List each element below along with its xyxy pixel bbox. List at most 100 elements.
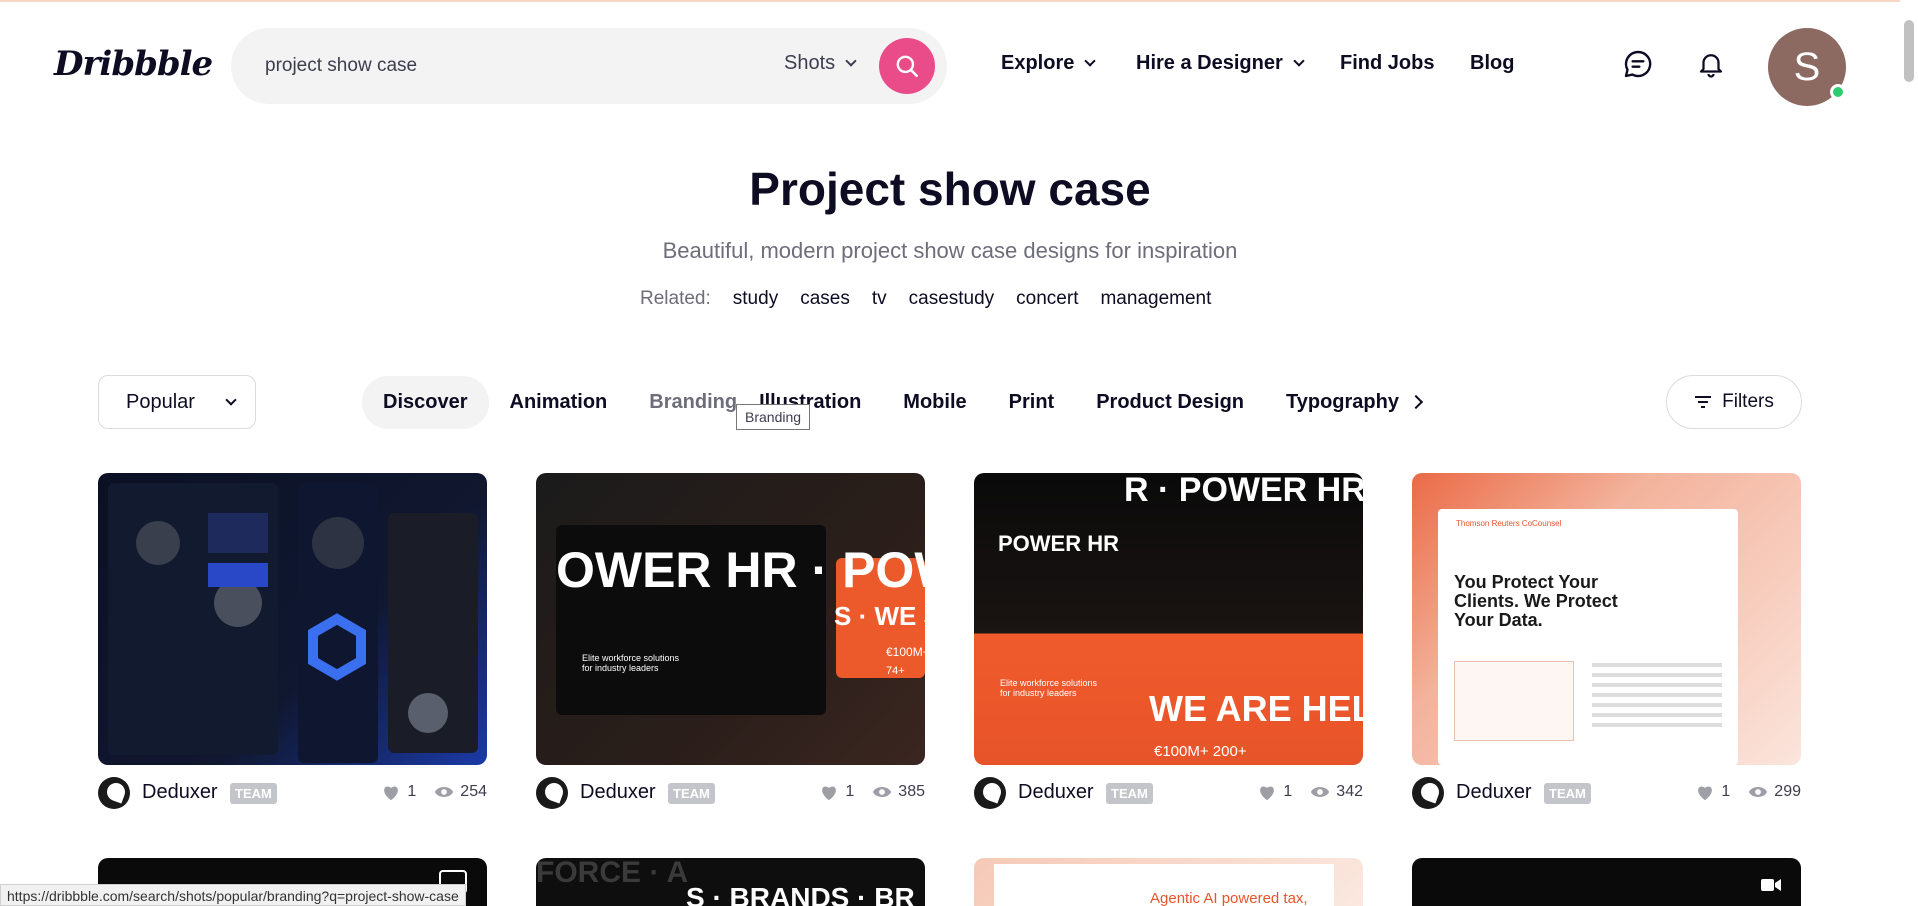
- heart-icon[interactable]: [1257, 783, 1277, 801]
- tab-print[interactable]: Print: [988, 376, 1076, 429]
- related-tags: Related: study cases tv casestudy concer…: [640, 288, 1211, 310]
- shot-stats: 1 385: [819, 783, 925, 801]
- like-count: 1: [1721, 783, 1731, 800]
- shot-headline: POWER HR: [998, 531, 1119, 556]
- shot-thumbnail[interactable]: [98, 473, 487, 765]
- chevron-down-icon: [845, 55, 857, 67]
- author-name[interactable]: Deduxer: [580, 781, 656, 804]
- author-name[interactable]: Deduxer: [1456, 781, 1532, 804]
- filters-button[interactable]: Filters: [1666, 375, 1802, 429]
- shot-headline: OWER HR · POW: [556, 542, 925, 598]
- notifications-button[interactable]: [1693, 46, 1729, 82]
- nav-hire-designer-label: Hire a Designer: [1136, 52, 1283, 74]
- branding-tooltip: Branding: [736, 404, 811, 430]
- author-name[interactable]: Deduxer: [1018, 781, 1094, 804]
- chevron-down-icon: [1293, 55, 1305, 67]
- team-badge: TEAM: [1544, 783, 1591, 804]
- search-bar: Shots: [231, 28, 947, 104]
- heart-icon[interactable]: [381, 783, 401, 801]
- like-count: 1: [845, 783, 855, 800]
- video-icon: [1761, 879, 1781, 891]
- nav-explore[interactable]: Explore: [1001, 52, 1097, 75]
- chevron-down-icon: [1084, 55, 1097, 67]
- author-name[interactable]: Deduxer: [142, 781, 218, 804]
- like-count: 1: [1283, 783, 1293, 800]
- view-count: 342: [1336, 783, 1363, 800]
- search-icon: [896, 55, 919, 78]
- avatar[interactable]: [98, 777, 130, 809]
- shot-headline: FORCE · A: [536, 858, 689, 889]
- tab-mobile[interactable]: Mobile: [882, 376, 987, 429]
- avatar[interactable]: [974, 777, 1006, 809]
- shot-text: Elite workforce solutions for industry l…: [1000, 678, 1098, 698]
- related-tag-concert[interactable]: concert: [1016, 288, 1078, 310]
- heart-icon[interactable]: [819, 783, 839, 801]
- nav-hire-designer[interactable]: Hire a Designer: [1136, 52, 1305, 75]
- related-tag-management[interactable]: management: [1100, 288, 1211, 310]
- nav-explore-label: Explore: [1001, 52, 1075, 74]
- eye-icon: [873, 787, 892, 797]
- related-tag-cases[interactable]: cases: [800, 288, 850, 310]
- shot-thumbnail[interactable]: OWER HR · POW S · WE SU €100M+ 74+ Elite…: [536, 473, 925, 765]
- bell-icon: [1699, 54, 1723, 78]
- shot-text-lines: [1592, 663, 1722, 667]
- sort-label: Popular: [126, 390, 195, 413]
- shot-text: Elite workforce solutions for industry l…: [582, 653, 680, 673]
- nav-blog[interactable]: Blog: [1470, 52, 1514, 75]
- shot-artwork: [108, 483, 478, 763]
- message-icon: [1624, 50, 1652, 78]
- scrollbar[interactable]: [1900, 0, 1918, 906]
- team-badge: TEAM: [230, 783, 277, 804]
- shot-thumbnail[interactable]: FORCE · A S · BRANDS · BR: [536, 858, 925, 906]
- category-tabs: Discover Animation Branding Illustration…: [362, 375, 1424, 429]
- heart-icon[interactable]: [1695, 783, 1715, 801]
- shot-card: OWER HR · POW S · WE SU €100M+ 74+ Elite…: [536, 473, 925, 813]
- shot-mockup-panel: [1454, 661, 1574, 741]
- search-scope-select[interactable]: Shots: [784, 52, 857, 75]
- shot-thumbnail[interactable]: [1412, 858, 1801, 906]
- tab-discover[interactable]: Discover: [362, 375, 489, 429]
- chevron-down-icon: [225, 393, 237, 406]
- shot-headline: WE ARE HELF: [1149, 688, 1363, 729]
- shot-card: R · POWER HR · P POWER HR WE ARE HELF €1…: [974, 473, 1363, 813]
- shot-thumbnail[interactable]: Agentic AI powered tax,: [974, 858, 1363, 906]
- scrollbar-thumb[interactable]: [1904, 20, 1914, 82]
- shot-stats: 1 254: [381, 783, 487, 801]
- shot-text: 74+: [886, 665, 905, 677]
- online-status-dot: [1830, 84, 1846, 100]
- shot-headline: R · POWER HR · P: [1124, 473, 1363, 509]
- shot-headline: You Protect Your Clients. We Protect You…: [1454, 572, 1618, 630]
- messages-button[interactable]: [1620, 46, 1656, 82]
- chevron-right-icon[interactable]: [1408, 394, 1424, 410]
- shot-text: €100M+ 200+: [1154, 743, 1247, 760]
- shot-thumbnail[interactable]: R · POWER HR · P POWER HR WE ARE HELF €1…: [974, 473, 1363, 765]
- filter-icon: [1695, 396, 1712, 408]
- team-badge: TEAM: [1106, 783, 1153, 804]
- tab-product-design[interactable]: Product Design: [1075, 376, 1265, 429]
- eye-icon: [1749, 787, 1768, 797]
- view-count: 254: [460, 783, 487, 800]
- page-title: Project show case: [749, 163, 1151, 215]
- status-bar-url: https://dribbble.com/search/shots/popula…: [0, 884, 466, 906]
- related-tag-casestudy[interactable]: casestudy: [909, 288, 995, 310]
- avatar[interactable]: [536, 777, 568, 809]
- eye-icon: [1311, 787, 1330, 797]
- shot-stats: 1 342: [1257, 783, 1363, 801]
- search-button[interactable]: [879, 38, 935, 94]
- related-tag-tv[interactable]: tv: [872, 288, 887, 310]
- nav-blog-label: Blog: [1470, 52, 1515, 74]
- dribbble-logo[interactable]: Dribbble: [54, 44, 213, 84]
- shot-text: Thomson Reuters CoCounsel: [1456, 519, 1562, 528]
- team-badge: TEAM: [668, 783, 715, 804]
- view-count: 385: [898, 783, 925, 800]
- shot-thumbnail[interactable]: Thomson Reuters CoCounsel You Protect Yo…: [1412, 473, 1801, 765]
- related-tag-study[interactable]: study: [733, 288, 778, 310]
- avatar[interactable]: [1412, 777, 1444, 809]
- tab-typography[interactable]: Typography: [1265, 376, 1405, 429]
- nav-find-jobs-label: Find Jobs: [1340, 52, 1435, 74]
- sort-dropdown[interactable]: Popular: [98, 375, 256, 429]
- search-input[interactable]: [265, 52, 745, 80]
- nav-find-jobs[interactable]: Find Jobs: [1340, 52, 1434, 75]
- tab-animation[interactable]: Animation: [489, 376, 629, 429]
- shot-headline: S · WE SU: [834, 601, 925, 631]
